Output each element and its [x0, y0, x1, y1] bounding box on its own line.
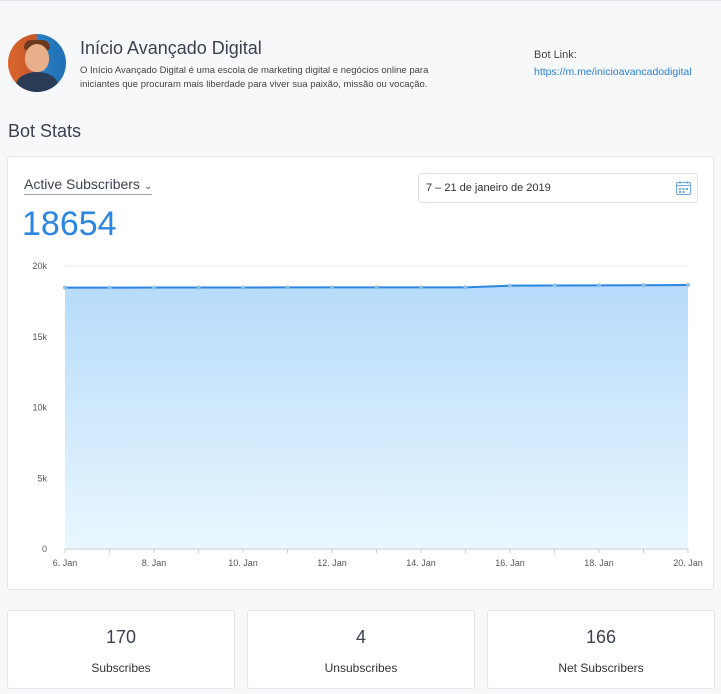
- data-point: [552, 283, 557, 288]
- data-point: [63, 285, 67, 290]
- x-tick-label: 20. Jan: [673, 558, 703, 568]
- x-tick-label: 14. Jan: [406, 558, 436, 568]
- data-point: [107, 285, 112, 290]
- bot-description: O Início Avançado Digital é uma escola d…: [80, 65, 429, 90]
- data-point: [597, 283, 601, 288]
- data-point: [330, 285, 334, 290]
- stats-card: 0 5k 10k 15k 20k 6. Jan 8. Jan 10. Jan 12. Jan 14…: [7, 156, 714, 590]
- data-point: [241, 285, 245, 290]
- x-tick-label: 12. Jan: [317, 558, 347, 568]
- data-point: [374, 285, 379, 290]
- avatar: [8, 34, 66, 92]
- section-title: Bot Stats: [8, 121, 82, 141]
- data-point: [463, 285, 468, 290]
- data-point: [285, 285, 290, 290]
- subscribes-card: 170 Subscribes: [7, 610, 235, 689]
- data-point: [419, 285, 423, 290]
- area-fill: [65, 285, 688, 549]
- bot-profile: Início Avançado Digital O Início Avançad…: [8, 34, 713, 96]
- net-subscribers-card: 166 Net Subscribers: [487, 610, 715, 689]
- data-point: [152, 285, 156, 290]
- y-tick-label: 10k: [32, 403, 47, 413]
- unsubscribes-label: Unsubscribes: [324, 661, 398, 675]
- net-subscribers-value: 166: [585, 627, 617, 647]
- x-tick-label: 8. Jan: [142, 558, 167, 568]
- y-tick-label: 20k: [32, 261, 47, 271]
- y-tick-label: 15k: [32, 332, 47, 342]
- calendar-icon[interactable]: [676, 181, 691, 195]
- unsubscribes-value: 4: [355, 627, 366, 647]
- subscribes-value: 170: [105, 627, 137, 647]
- chevron-down-icon: ⌄: [143, 181, 153, 192]
- x-tick-label: 16. Jan: [495, 558, 525, 568]
- y-tick-label: 0: [42, 544, 47, 554]
- bot-link-label: Bot Link:: [534, 49, 577, 61]
- net-subscribers-label: Net Subscribers: [558, 661, 644, 675]
- date-range-picker[interactable]: 7 – 21 de janeiro de 2019: [418, 173, 698, 203]
- bot-link-url[interactable]: https://m.me/inicioavancadodigital: [534, 66, 692, 78]
- x-tick-label: 6. Jan: [53, 558, 78, 568]
- data-point: [508, 283, 512, 288]
- avatar-body: [16, 72, 58, 92]
- unsubscribes-card: 4 Unsubscribes: [247, 610, 475, 689]
- data-point: [686, 283, 690, 288]
- y-tick-label: 5k: [37, 473, 47, 483]
- data-point: [196, 285, 201, 290]
- bot-name: Início Avançado Digital: [80, 38, 262, 58]
- active-subscribers-count: 18654: [22, 205, 117, 243]
- data-point: [641, 283, 646, 288]
- subscribes-label: Subscribes: [91, 661, 151, 675]
- metric-dropdown-label: Active Subscribers: [24, 176, 140, 192]
- x-tick-label: 10. Jan: [228, 558, 258, 568]
- date-range-text: 7 – 21 de janeiro de 2019: [426, 182, 551, 194]
- metric-dropdown[interactable]: Active Subscribers ⌄: [24, 176, 153, 195]
- top-divider: [0, 0, 721, 3]
- x-tick-label: 18. Jan: [584, 558, 614, 568]
- avatar-face: [25, 44, 49, 72]
